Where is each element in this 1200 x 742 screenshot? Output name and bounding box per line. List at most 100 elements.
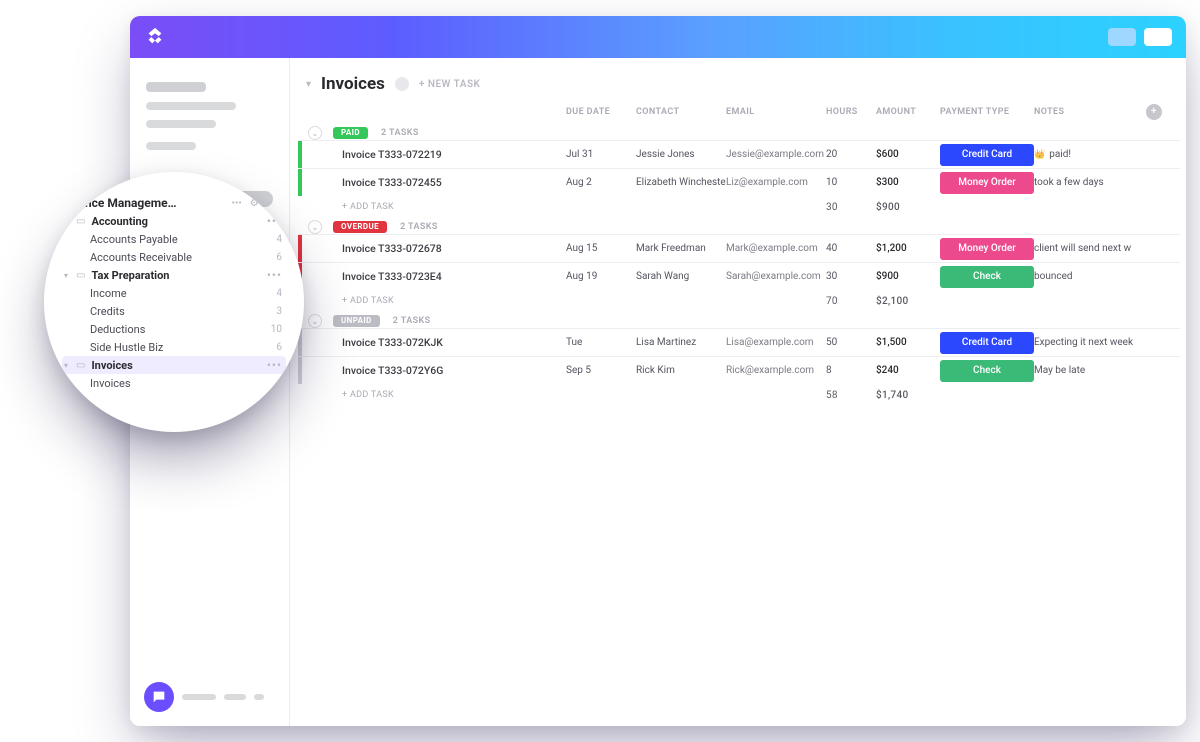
group-total-amount: $900 bbox=[876, 202, 940, 213]
sidebar-item[interactable]: Accounts Payable4 bbox=[62, 230, 286, 248]
task-amount[interactable]: $900 bbox=[876, 271, 940, 282]
task-name[interactable]: Invoice T333-072219 bbox=[336, 148, 566, 161]
task-amount[interactable]: $300 bbox=[876, 177, 940, 188]
task-note[interactable]: client will send next w bbox=[1034, 243, 1146, 254]
task-due-date[interactable]: Aug 2 bbox=[566, 177, 636, 188]
add-column-button[interactable]: + bbox=[1146, 104, 1162, 120]
task-email[interactable]: Mark@example.com bbox=[726, 243, 826, 254]
task-note[interactable]: bounced bbox=[1034, 271, 1146, 282]
col-due-date: DUE DATE bbox=[566, 107, 636, 117]
task-amount[interactable]: $600 bbox=[876, 149, 940, 160]
chevron-down-icon[interactable]: ▾ bbox=[62, 361, 70, 370]
add-task-button[interactable]: + ADD TASK bbox=[336, 390, 566, 400]
task-note[interactable]: took a few days bbox=[1034, 177, 1146, 188]
group-collapse-icon[interactable]: ⌄ bbox=[308, 220, 322, 234]
task-contact[interactable]: Elizabeth Wincheste bbox=[636, 177, 726, 188]
group-status-chip[interactable]: OVERDUE bbox=[333, 221, 387, 233]
group-collapse-icon[interactable]: ⌄ bbox=[308, 126, 322, 140]
sidebar-zoom: Finance Manageme… ••• ⚙ + ⌕ ▾▭Accounting… bbox=[44, 172, 304, 432]
task-row[interactable]: Invoice T333-072219Jul 31Jessie JonesJes… bbox=[298, 140, 1180, 168]
task-hours[interactable]: 40 bbox=[826, 243, 876, 254]
task-email[interactable]: Sarah@example.com bbox=[726, 271, 826, 282]
group-status-chip[interactable]: PAID bbox=[333, 127, 368, 139]
task-row[interactable]: Invoice T333-0723E4Aug 19Sarah WangSarah… bbox=[298, 262, 1180, 290]
task-payment-type[interactable]: Check bbox=[940, 266, 1034, 288]
space-more-icon[interactable]: ••• bbox=[232, 198, 242, 209]
task-note[interactable]: paid! bbox=[1034, 149, 1146, 160]
chevron-down-icon[interactable]: ▾ bbox=[62, 217, 70, 226]
group-status-chip[interactable]: UNPAID bbox=[333, 315, 380, 327]
task-due-date[interactable]: Aug 19 bbox=[566, 271, 636, 282]
task-due-date[interactable]: Sep 5 bbox=[566, 365, 636, 376]
sidebar-folder[interactable]: ▾▭Tax Preparation••• bbox=[62, 266, 286, 284]
sidebar-item[interactable]: Deductions10 bbox=[62, 320, 286, 338]
task-amount[interactable]: $1,200 bbox=[876, 243, 940, 254]
task-contact[interactable]: Mark Freedman bbox=[636, 243, 726, 254]
sidebar-item[interactable]: Credits 3 bbox=[62, 302, 286, 320]
task-payment-type[interactable]: Check bbox=[940, 360, 1034, 382]
task-amount[interactable]: $1,500 bbox=[876, 337, 940, 348]
sidebar-item[interactable]: Income4 bbox=[62, 284, 286, 302]
main-content: ▾ Invoices + NEW TASK DUE DATE CONTACT E… bbox=[290, 58, 1186, 726]
space-title[interactable]: Finance Manageme… bbox=[62, 196, 177, 210]
task-name[interactable]: Invoice T333-0723E4 bbox=[336, 270, 566, 283]
task-contact[interactable]: Lisa Martinez bbox=[636, 337, 726, 348]
item-more-icon[interactable]: ••• bbox=[267, 214, 282, 228]
task-contact[interactable]: Sarah Wang bbox=[636, 271, 726, 282]
task-payment-type[interactable]: Money Order bbox=[940, 172, 1034, 194]
task-email[interactable]: Rick@example.com bbox=[726, 365, 826, 376]
task-email[interactable]: Lisa@example.com bbox=[726, 337, 826, 348]
task-name[interactable]: Invoice T333-072Y6G bbox=[336, 364, 566, 377]
sidebar-item[interactable]: Side Hustle Biz6 bbox=[62, 338, 286, 356]
task-payment-type[interactable]: Credit Card bbox=[940, 332, 1034, 354]
task-hours[interactable]: 10 bbox=[826, 177, 876, 188]
task-name[interactable]: Invoice T333-072455 bbox=[336, 176, 566, 189]
collapse-caret-icon[interactable]: ▾ bbox=[306, 79, 311, 90]
task-due-date[interactable]: Jul 31 bbox=[566, 149, 636, 160]
task-row[interactable]: Invoice T333-072678Aug 15Mark FreedmanMa… bbox=[298, 234, 1180, 262]
task-hours[interactable]: 20 bbox=[826, 149, 876, 160]
header-chip-1[interactable] bbox=[1108, 28, 1136, 46]
add-task-button[interactable]: + ADD TASK bbox=[336, 202, 566, 212]
info-icon[interactable] bbox=[395, 77, 409, 91]
group-task-count: 2 TASKS bbox=[381, 128, 419, 138]
sidebar-folder[interactable]: ▾▭Invoices••• bbox=[62, 356, 286, 374]
task-hours[interactable]: 8 bbox=[826, 365, 876, 376]
header-chip-2[interactable] bbox=[1144, 28, 1172, 46]
sidebar-item[interactable]: Invoices4 bbox=[62, 374, 286, 392]
task-payment-type[interactable]: Money Order bbox=[940, 238, 1034, 260]
app-logo-icon bbox=[144, 26, 166, 48]
sidebar-folder[interactable]: ▾▭Accounting••• bbox=[62, 212, 286, 230]
task-contact[interactable]: Jessie Jones bbox=[636, 149, 726, 160]
item-more-icon[interactable]: ••• bbox=[267, 358, 282, 372]
task-name[interactable]: Invoice T333-072678 bbox=[336, 242, 566, 255]
task-amount[interactable]: $240 bbox=[876, 365, 940, 376]
item-count: 4 bbox=[276, 234, 282, 245]
task-email[interactable]: Liz@example.com bbox=[726, 177, 826, 188]
task-row[interactable]: Invoice T333-072455Aug 2Elizabeth Winche… bbox=[298, 168, 1180, 196]
col-contact: CONTACT bbox=[636, 107, 726, 117]
chevron-down-icon[interactable]: ▾ bbox=[62, 271, 70, 280]
group-collapse-icon[interactable]: ⌄ bbox=[308, 314, 322, 328]
task-note[interactable]: Expecting it next week bbox=[1034, 337, 1146, 348]
task-due-date[interactable]: Aug 15 bbox=[566, 243, 636, 254]
task-hours[interactable]: 50 bbox=[826, 337, 876, 348]
task-note[interactable]: May be late bbox=[1034, 365, 1146, 376]
task-email[interactable]: Jessie@example.com bbox=[726, 149, 826, 160]
task-payment-type[interactable]: Credit Card bbox=[940, 144, 1034, 166]
new-task-button[interactable]: + NEW TASK bbox=[419, 79, 481, 90]
add-task-button[interactable]: + ADD TASK bbox=[336, 296, 566, 306]
task-hours[interactable]: 30 bbox=[826, 271, 876, 282]
task-row[interactable]: Invoice T333-072KJKTueLisa MartinezLisa@… bbox=[298, 328, 1180, 356]
item-count: 4 bbox=[276, 288, 282, 299]
task-contact[interactable]: Rick Kim bbox=[636, 365, 726, 376]
task-row[interactable]: Invoice T333-072Y6GSep 5Rick KimRick@exa… bbox=[298, 356, 1180, 384]
chat-button[interactable] bbox=[144, 682, 174, 712]
task-due-date[interactable]: Tue bbox=[566, 337, 636, 348]
item-more-icon[interactable]: ••• bbox=[267, 268, 282, 282]
sidebar-item-label: Credits bbox=[90, 305, 125, 318]
page-title: Invoices bbox=[321, 74, 385, 94]
sidebar-item[interactable]: Accounts Receivable6 bbox=[62, 248, 286, 266]
task-name[interactable]: Invoice T333-072KJK bbox=[336, 336, 566, 349]
item-count: 3 bbox=[276, 306, 282, 317]
